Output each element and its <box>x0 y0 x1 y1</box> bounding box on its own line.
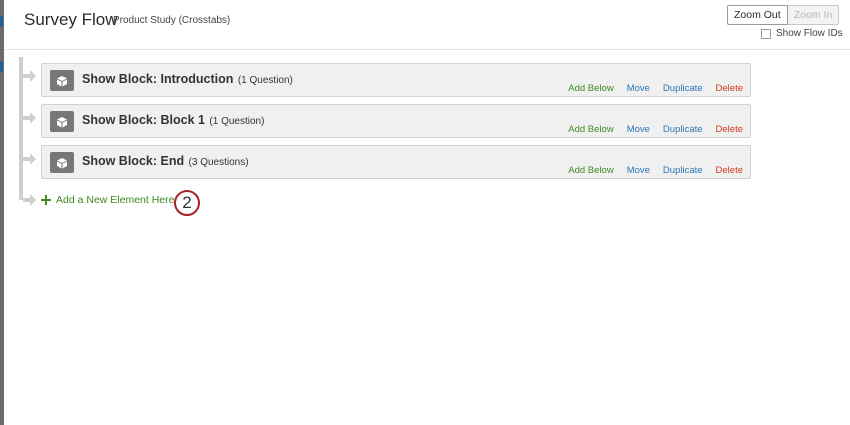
move-link[interactable]: Move <box>627 165 650 176</box>
add-below-link[interactable]: Add Below <box>568 83 613 94</box>
add-new-element-link[interactable]: Add a New Element Here <box>41 194 174 206</box>
block-title: Show Block: End (3 Questions) <box>82 152 249 170</box>
cube-icon <box>50 111 74 132</box>
duplicate-link[interactable]: Duplicate <box>663 83 703 94</box>
block-title: Show Block: Introduction (1 Question) <box>82 70 293 88</box>
step-number-badge: 2 <box>174 190 200 216</box>
add-below-link[interactable]: Add Below <box>568 165 613 176</box>
page-title: Survey Flow <box>24 10 118 29</box>
zoom-controls: Zoom Out Zoom In <box>727 5 840 25</box>
add-new-element-label: Add a New Element Here <box>56 194 175 206</box>
delete-link[interactable]: Delete <box>716 165 743 176</box>
show-flow-ids-toggle[interactable]: Show Flow IDs <box>761 28 843 39</box>
move-link[interactable]: Move <box>627 83 650 94</box>
zoom-out-button[interactable]: Zoom Out <box>727 5 788 25</box>
block-name: Show Block: End <box>82 154 185 168</box>
block-actions: Add Below Move Duplicate Delete <box>555 165 743 176</box>
flow-block-introduction[interactable]: Show Block: Introduction (1 Question) Ad… <box>41 63 751 97</box>
flow-arrow-icon <box>30 70 36 82</box>
survey-name: Product Study (Crosstabs) <box>113 15 231 26</box>
edge-marker <box>0 16 3 26</box>
flow-arrow-icon <box>30 112 36 124</box>
flow-block-end[interactable]: Show Block: End (3 Questions) Add Below … <box>41 145 751 179</box>
show-flow-ids-label: Show Flow IDs <box>776 28 843 39</box>
move-link[interactable]: Move <box>627 124 650 135</box>
survey-flow-header: Survey Flow Product Study (Crosstabs) Zo… <box>4 0 850 50</box>
plus-icon <box>41 195 51 205</box>
cube-icon <box>50 70 74 91</box>
block-question-count: (1 Question) <box>237 75 293 86</box>
duplicate-link[interactable]: Duplicate <box>663 124 703 135</box>
delete-link[interactable]: Delete <box>716 124 743 135</box>
zoom-in-button[interactable]: Zoom In <box>787 5 840 25</box>
block-question-count: (3 Questions) <box>188 157 249 168</box>
delete-link[interactable]: Delete <box>716 83 743 94</box>
block-actions: Add Below Move Duplicate Delete <box>555 83 743 94</box>
edge-marker <box>0 62 3 72</box>
show-flow-ids-checkbox[interactable] <box>761 28 771 39</box>
block-name: Show Block: Block 1 <box>82 113 205 127</box>
duplicate-link[interactable]: Duplicate <box>663 165 703 176</box>
flow-arrow-icon <box>30 153 36 165</box>
block-name: Show Block: Introduction <box>82 72 234 86</box>
block-title: Show Block: Block 1 (1 Question) <box>82 111 264 129</box>
cube-icon <box>50 152 74 173</box>
block-actions: Add Below Move Duplicate Delete <box>555 124 743 135</box>
flow-arrow-icon <box>30 194 36 206</box>
flow-connector-line <box>19 57 23 200</box>
add-below-link[interactable]: Add Below <box>568 124 613 135</box>
flow-block-block-1[interactable]: Show Block: Block 1 (1 Question) Add Bel… <box>41 104 751 138</box>
block-question-count: (1 Question) <box>209 116 265 127</box>
